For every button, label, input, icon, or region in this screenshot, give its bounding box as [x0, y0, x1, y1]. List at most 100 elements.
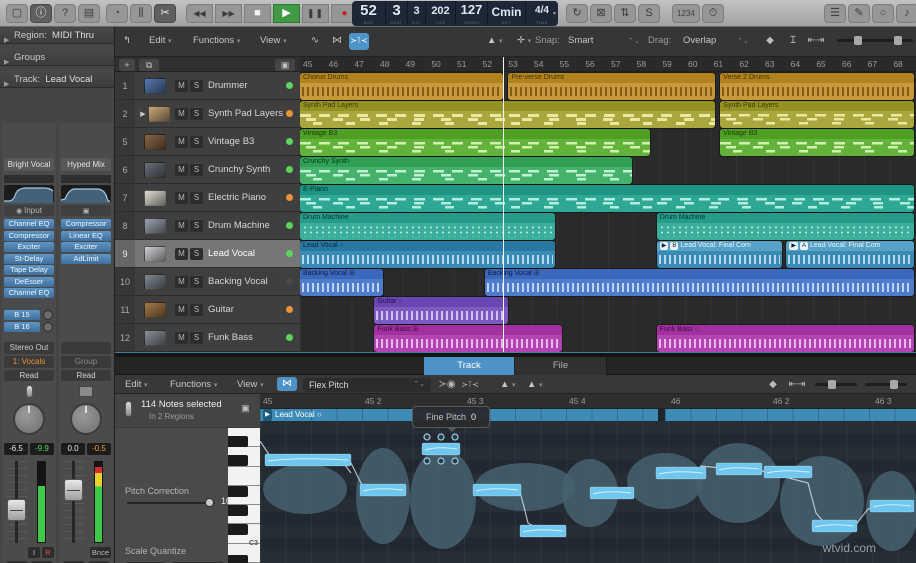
snap-menu-chevron-icon[interactable]: ⌃⌄	[628, 35, 640, 46]
eq-thumbnail[interactable]	[61, 185, 111, 203]
solo-button[interactable]: S	[190, 303, 203, 316]
duplicate-track-button[interactable]: ⧉	[139, 58, 159, 71]
pan-knob[interactable]	[13, 403, 45, 435]
white-key[interactable]	[228, 466, 260, 486]
fit-zoom-button[interactable]: ⇤⇥	[787, 377, 807, 394]
mute-button[interactable]: M	[175, 107, 188, 120]
horizontal-zoom-slider[interactable]	[865, 380, 907, 389]
plugin-slot[interactable]: Exciter	[61, 242, 111, 252]
mute-button[interactable]: M	[175, 163, 188, 176]
piano-keyboard[interactable]: C3	[228, 428, 260, 563]
snap-menu[interactable]: Smart	[568, 35, 593, 46]
region-lead-vocal-final-com[interactable]: ▶ B Lead Vocal: Final Com	[656, 240, 782, 268]
list-editors-button[interactable]: ☰	[824, 4, 846, 23]
black-key[interactable]	[228, 486, 248, 497]
slider-handle[interactable]	[205, 498, 214, 507]
flex-icon[interactable]: ⋈	[327, 33, 347, 50]
tab-track[interactable]: Track	[424, 357, 514, 375]
plugin-slot[interactable]: Channel EQ	[4, 288, 54, 298]
black-key[interactable]	[228, 505, 248, 516]
eq-thumbnail[interactable]	[4, 185, 54, 203]
forward-button[interactable]: ▶▶	[215, 4, 242, 23]
local-inspector-button[interactable]: ▣	[237, 402, 254, 414]
track-header-drummer[interactable]: 1 M S Drummer	[115, 72, 300, 100]
lcd-display[interactable]: 52 BAR 3 BEAT 3 DIV 202 TICK 127 TEMPO C…	[352, 1, 558, 26]
input-monitor-dot[interactable]	[286, 166, 293, 173]
region-chorus-drums[interactable]: Chorus Drums	[300, 72, 504, 100]
black-key[interactable]	[228, 455, 248, 466]
replace-button[interactable]: ⇅	[614, 4, 636, 23]
count-in-button[interactable]: 1234	[672, 4, 700, 23]
plugin-slot[interactable]: Compressor	[4, 230, 54, 241]
functions-menu[interactable]: Functions ▾	[193, 35, 240, 46]
note-pads-button[interactable]: ✎	[848, 4, 870, 23]
level-value[interactable]: -9.9	[30, 443, 54, 455]
region-backing-vocal[interactable]: Backing Vocal ⊞	[300, 268, 383, 296]
mute-button[interactable]: M	[175, 247, 188, 260]
solo-button[interactable]: S	[190, 219, 203, 232]
group-slot[interactable]: Group	[61, 356, 111, 368]
plugin-slot[interactable]: Exciter	[4, 242, 54, 252]
group-slot[interactable]: 1: Vocals	[4, 356, 54, 368]
region-guitar[interactable]: Guitar ○	[374, 296, 509, 324]
loop-browser-button[interactable]: ○	[872, 4, 894, 23]
flex-icon[interactable]: ⋈	[277, 377, 297, 391]
track-header-vintage-b3[interactable]: 5 M S Vintage B3	[115, 128, 300, 156]
track-header-options-button[interactable]: ▣	[275, 58, 295, 71]
plugin-slot[interactable]: Tape Delay	[4, 265, 54, 275]
pause-button[interactable]: ❚❚	[302, 4, 329, 23]
fit-zoom-button[interactable]: ⇤⇥	[806, 33, 826, 50]
region-drum-machine[interactable]: Drum Machine	[656, 212, 914, 240]
mute-button[interactable]: M	[175, 79, 188, 92]
command-tool-menu[interactable]: ✛ ▾	[517, 35, 531, 46]
input-monitor-dot[interactable]	[286, 334, 293, 341]
track-header-lead-vocal[interactable]: 9 M S Lead Vocal	[115, 240, 300, 268]
pan-knob[interactable]	[70, 403, 102, 435]
horizontal-zoom-slider[interactable]	[871, 36, 913, 45]
mixer-button[interactable]: ⫼	[130, 4, 152, 23]
channel-strip-name[interactable]: Bright Vocal	[4, 158, 54, 171]
region-e-piano[interactable]: E-Piano	[300, 184, 914, 212]
input-monitor-dot[interactable]	[286, 194, 293, 201]
automation-mode-button[interactable]: Read	[4, 370, 54, 381]
input-monitor-dot[interactable]	[286, 110, 293, 117]
input-monitor-dot[interactable]	[286, 250, 293, 257]
solo-button[interactable]: S	[190, 191, 203, 204]
output-slot[interactable]: Stereo Out	[4, 342, 54, 354]
channel-strip-setting-button[interactable]	[61, 175, 111, 183]
region-crunchy-synth[interactable]: Crunchy Synth	[300, 156, 632, 184]
drag-menu-chevron-icon[interactable]: ⌃⌄	[737, 35, 749, 46]
input-monitor-dot[interactable]	[286, 82, 293, 89]
drag-menu[interactable]: Overlap	[683, 35, 716, 46]
black-key[interactable]	[228, 555, 248, 563]
cycle-button[interactable]: ↻	[566, 4, 588, 23]
black-key[interactable]	[228, 524, 248, 535]
pan-value[interactable]: -6.5	[4, 443, 28, 455]
plugin-slot[interactable]: Compressor	[61, 219, 111, 229]
smart-controls-button[interactable]: ◔	[106, 4, 128, 23]
strip-toggle-button[interactable]: I	[28, 547, 40, 558]
disclosure-triangle-icon[interactable]: ▶	[140, 110, 145, 118]
input-monitor-dot[interactable]	[286, 278, 293, 285]
plugin-slot[interactable]: AdLimit	[61, 253, 111, 264]
vertical-auto-zoom-button[interactable]: Ɪ	[783, 33, 803, 50]
bar-ruler[interactable]: 45 46 47 48 49 50 51 52 53 54 55 56 57 58 59 60 61 62 63 64…	[300, 57, 916, 72]
groups-inspector-header[interactable]: ▶ Groups	[0, 49, 114, 66]
region-synth-pad-layers[interactable]: Synth Pad Layers	[300, 100, 716, 128]
flex-pitch-toggle-button[interactable]: ≻⊺≺	[349, 33, 369, 50]
send-slot[interactable]: B 15	[4, 310, 40, 320]
send-slot[interactable]: B 16	[4, 322, 40, 332]
play-button[interactable]: ▶	[273, 4, 300, 23]
mute-button[interactable]: M	[175, 275, 188, 288]
input-monitor-dot[interactable]	[286, 138, 293, 145]
flex-mode-dropdown[interactable]: Flex Pitch ⌃⌄	[303, 377, 431, 392]
track-header-drum-machine[interactable]: 8 M S Drum Machine	[115, 212, 300, 240]
solo-button[interactable]: S	[190, 107, 203, 120]
region-inspector-header[interactable]: ▶ Region: MIDI Thru	[0, 27, 114, 44]
arrange-canvas[interactable]: Chorus Drums Pre-verse Drums Verse 2 Drums…	[300, 72, 916, 352]
view-menu[interactable]: View ▾	[237, 379, 264, 390]
track-header-crunchy-synth[interactable]: 6 M S Crunchy Synth	[115, 156, 300, 184]
channel-strip-name[interactable]: Hyped Mix	[61, 158, 111, 171]
pitch-correction-slider[interactable]	[127, 498, 215, 507]
waveform-zoom-button[interactable]: ◆	[760, 33, 780, 50]
